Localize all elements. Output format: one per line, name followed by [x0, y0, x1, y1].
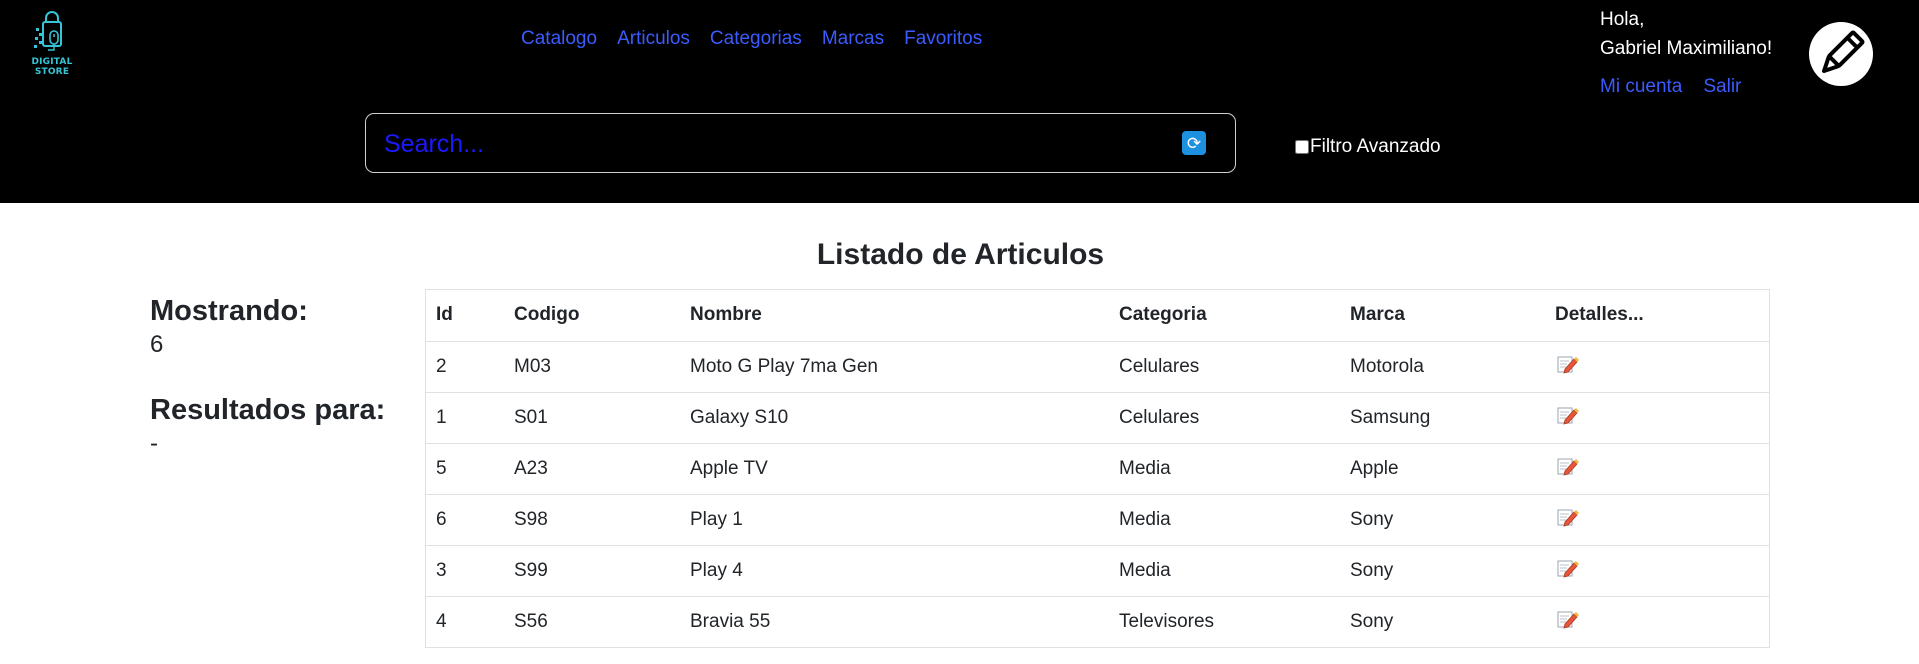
- pencil-icon: [1822, 30, 1865, 73]
- table-header-row: Id Codigo Nombre Categoria Marca Detalle…: [426, 290, 1769, 342]
- greeting-hello: Hola,: [1600, 9, 1645, 30]
- cell-marca: Motorola: [1340, 341, 1545, 393]
- details-link[interactable]: [1555, 354, 1581, 374]
- cell-nombre: Moto G Play 7ma Gen: [680, 341, 1109, 393]
- cell-nombre: Apple TV: [680, 443, 1109, 495]
- search-input[interactable]: [384, 126, 1164, 162]
- results-label: Resultados para:: [150, 394, 386, 426]
- advanced-filter-checkbox[interactable]: [1295, 140, 1309, 154]
- showing-count: 6: [150, 331, 164, 358]
- brand-logo[interactable]: DIGITAL STORE: [14, 10, 90, 77]
- cell-marca: Sony: [1340, 545, 1545, 597]
- avatar[interactable]: [1809, 22, 1873, 86]
- nav-link-categorias[interactable]: Categorias: [710, 26, 802, 52]
- articles-table: Id Codigo Nombre Categoria Marca Detalle…: [426, 290, 1769, 647]
- navbar: DIGITAL STORE Catalogo Articulos Categor…: [0, 0, 1919, 203]
- edit-icon: [1557, 509, 1579, 527]
- cell-marca: Apple: [1340, 443, 1545, 495]
- my-account-link[interactable]: Mi cuenta: [1600, 74, 1682, 100]
- cell-id: 2: [426, 341, 504, 393]
- cell-id: 1: [426, 392, 504, 444]
- account-links: Mi cuenta Salir: [1600, 74, 1741, 100]
- nav-link-catalogo[interactable]: Catalogo: [521, 26, 597, 52]
- cell-codigo: M03: [504, 341, 680, 393]
- header-marca: Marca: [1340, 290, 1545, 342]
- showing-label: Mostrando:: [150, 295, 308, 327]
- cell-categoria: Celulares: [1109, 341, 1340, 393]
- advanced-filter-label: Filtro Avanzado: [1310, 136, 1441, 157]
- cell-codigo: S98: [504, 494, 680, 546]
- edit-icon: [1557, 560, 1579, 578]
- cell-categoria: Celulares: [1109, 392, 1340, 444]
- nav-link-favoritos[interactable]: Favoritos: [904, 26, 982, 52]
- cell-detalles: [1545, 494, 1769, 546]
- header-categoria: Categoria: [1109, 290, 1340, 342]
- table-row: 1 S01 Galaxy S10 Celulares Samsung: [426, 392, 1769, 444]
- cell-nombre: Galaxy S10: [680, 392, 1109, 444]
- cell-nombre: Play 1: [680, 494, 1109, 546]
- logout-link[interactable]: Salir: [1703, 74, 1741, 100]
- details-link[interactable]: [1555, 405, 1581, 425]
- brand-name: DIGITAL STORE: [31, 57, 73, 77]
- header-id: Id: [426, 290, 504, 342]
- cell-codigo: A23: [504, 443, 680, 495]
- header-codigo: Codigo: [504, 290, 680, 342]
- details-link[interactable]: [1555, 609, 1581, 629]
- table-row: 5 A23 Apple TV Media Apple: [426, 443, 1769, 495]
- cell-id: 5: [426, 443, 504, 495]
- articles-table-container: Id Codigo Nombre Categoria Marca Detalle…: [425, 289, 1770, 648]
- table-row: 4 S56 Bravia 55 Televisores Sony: [426, 596, 1769, 647]
- advanced-filter[interactable]: Filtro Avanzado: [1295, 136, 1441, 158]
- cell-id: 6: [426, 494, 504, 546]
- table-row: 3 S99 Play 4 Media Sony: [426, 545, 1769, 597]
- cell-detalles: [1545, 545, 1769, 597]
- results-query: -: [150, 430, 158, 457]
- header-detalles: Detalles...: [1545, 290, 1769, 342]
- cell-detalles: [1545, 392, 1769, 444]
- details-link[interactable]: [1555, 456, 1581, 476]
- cell-id: 4: [436, 610, 447, 632]
- user-greeting: Hola, Gabriel Maximiliano!: [1600, 5, 1772, 63]
- cell-codigo: S99: [504, 545, 680, 597]
- edit-icon: [1557, 458, 1579, 476]
- main-nav: Catalogo Articulos Categorias Marcas Fav…: [521, 26, 982, 52]
- cell-categoria: Media: [1109, 494, 1340, 546]
- cell-detalles: [1545, 341, 1769, 393]
- nav-link-marcas[interactable]: Marcas: [822, 26, 884, 52]
- header-nombre: Nombre: [680, 290, 1109, 342]
- table-row: 2 M03 Moto G Play 7ma Gen Celulares Motorola: [426, 341, 1769, 393]
- cell-detalles: [1545, 443, 1769, 495]
- edit-icon: [1557, 356, 1579, 374]
- cell-categoria: Media: [1109, 545, 1340, 597]
- cell-marca: Sony: [1350, 610, 1394, 632]
- cell-nombre: Play 4: [680, 545, 1109, 597]
- greeting-user-name: Gabriel Maximiliano!: [1600, 38, 1773, 59]
- cell-marca: Sony: [1340, 494, 1545, 546]
- page-title: Listado de Articulos: [816, 238, 1105, 271]
- cell-detalles: [1545, 596, 1769, 647]
- edit-icon: [1557, 407, 1579, 425]
- cell-marca: Samsung: [1340, 392, 1545, 444]
- results-summary: Mostrando: 6 Resultados para: -: [150, 293, 410, 459]
- refresh-button[interactable]: ⟳: [1182, 131, 1206, 155]
- refresh-icon: ⟳: [1186, 133, 1202, 153]
- cell-id: 3: [426, 545, 504, 597]
- cell-categoria: Televisores: [1119, 610, 1215, 632]
- shopping-bag-icon: [34, 11, 62, 51]
- edit-icon: [1557, 611, 1579, 629]
- cell-codigo: S56: [514, 610, 548, 632]
- cell-codigo: S01: [504, 392, 680, 444]
- cell-nombre: Bravia 55: [690, 610, 771, 632]
- cell-categoria: Media: [1109, 443, 1340, 495]
- nav-link-articulos[interactable]: Articulos: [617, 26, 690, 52]
- table-row: 6 S98 Play 1 Media Sony: [426, 494, 1769, 546]
- search-box: ⟳: [365, 113, 1236, 173]
- table-body: 2 M03 Moto G Play 7ma Gen Celulares Motorola…: [426, 341, 1769, 647]
- details-link[interactable]: [1555, 558, 1581, 578]
- details-link[interactable]: [1555, 507, 1581, 527]
